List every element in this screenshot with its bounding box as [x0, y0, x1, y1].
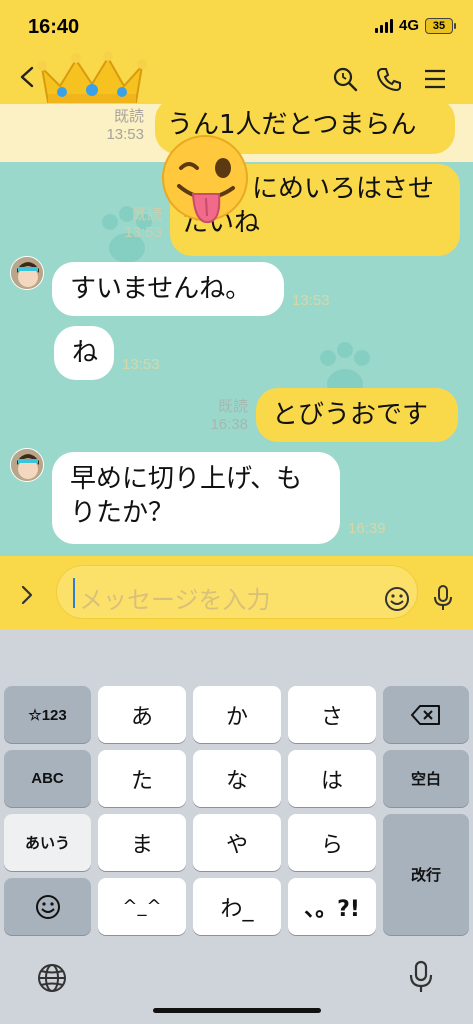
message-meta: 既読 13:53 [112, 206, 162, 242]
key-a[interactable]: あ [98, 686, 186, 743]
emoji-icon[interactable] [384, 586, 410, 612]
key-na[interactable]: な [193, 750, 281, 807]
key-ra[interactable]: ら [288, 814, 376, 871]
key-punctuation[interactable]: 、。?! [288, 878, 376, 935]
crown-icon [37, 51, 147, 103]
globe-icon[interactable] [36, 962, 68, 994]
key-abc[interactable]: ABC [4, 750, 91, 807]
signal-icon [374, 18, 393, 33]
key-kana[interactable]: あいう [4, 814, 91, 871]
status-indicators: 4G 35 [374, 17, 456, 34]
chevron-right-icon[interactable] [20, 584, 34, 606]
message-time: 13:53 [106, 126, 144, 143]
battery-icon: 35 [425, 17, 456, 34]
menu-icon[interactable] [422, 66, 448, 92]
microphone-icon[interactable] [432, 584, 454, 612]
backspace-key[interactable] [383, 686, 469, 743]
key-numbers[interactable]: ☆123 [4, 686, 91, 743]
key-ya[interactable]: や [193, 814, 281, 871]
backspace-icon [411, 704, 440, 725]
message-time: 16:39 [348, 520, 386, 537]
avatar[interactable] [10, 256, 44, 290]
message-time: 13:53 [292, 292, 330, 309]
read-receipt: 既読 [217, 398, 248, 415]
message-text-line: 早めに切り上げ、も [70, 464, 303, 494]
message-text-line: りたか？ [70, 498, 175, 528]
emoji-icon [35, 894, 60, 919]
chat-area[interactable]: 既読 13:53 うん1人だとつまらん 既読 13:53 にめいろはさせ たいね… [0, 104, 473, 556]
message-time: 13:53 [122, 356, 160, 373]
search-icon[interactable] [332, 66, 358, 92]
message-bubble-received[interactable]: ね [54, 326, 114, 380]
key-return[interactable]: 改行 [383, 814, 469, 935]
key-ka[interactable]: か [193, 686, 281, 743]
avatar[interactable] [10, 448, 44, 482]
text-caret [73, 578, 75, 608]
home-indicator[interactable] [153, 1008, 321, 1013]
message-meta: 既読 13:53 [92, 108, 144, 144]
key-wa[interactable]: わ_ [193, 878, 281, 935]
key-ma[interactable]: ま [98, 814, 186, 871]
microphone-icon[interactable] [408, 960, 434, 994]
input-placeholder: メッセージを入力 [79, 586, 271, 614]
key-ta[interactable]: た [98, 750, 186, 807]
keyboard: ☆123 あ か さ ABC た な は 空白 あいう ま や ら 改行 ^_^… [0, 630, 473, 1024]
phone-icon[interactable] [376, 66, 402, 92]
message-time: 16:38 [210, 416, 248, 433]
chat-header: 16:40 4G 35 [0, 0, 473, 104]
key-sa[interactable]: さ [288, 686, 376, 743]
key-space[interactable]: 空白 [383, 750, 469, 807]
read-receipt: 既読 [131, 206, 162, 223]
read-receipt: 既読 [113, 108, 144, 125]
message-bubble-received[interactable]: 早めに切り上げ、も りたか？ [52, 452, 340, 544]
message-meta: 既読 16:38 [198, 398, 248, 434]
network-type: 4G [398, 17, 419, 34]
message-input[interactable]: メッセージを入力 [56, 565, 418, 619]
message-input-bar: メッセージを入力 [0, 556, 473, 630]
message-bubble-sent[interactable]: とびうおです [256, 388, 458, 442]
status-time: 16:40 [28, 16, 80, 38]
battery-level: 35 [432, 19, 446, 32]
message-time: 13:53 [124, 224, 162, 241]
message-bubble-received[interactable]: すいませんね。 [52, 262, 284, 316]
message-text-line: にめいろはさせ [252, 174, 435, 204]
key-ha[interactable]: は [288, 750, 376, 807]
key-kaomoji[interactable]: ^_^ [98, 878, 186, 935]
emoji-key[interactable] [4, 878, 91, 935]
winking-tongue-emoji [162, 135, 248, 224]
